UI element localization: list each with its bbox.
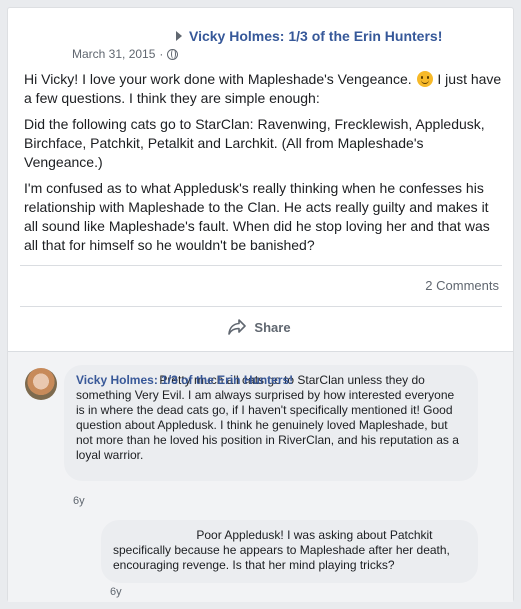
post-author-link[interactable]: Vicky Holmes: 1/3 of the Erin Hunters! (189, 28, 442, 44)
post-body: Hi Vicky! I love your work done with Map… (24, 70, 502, 262)
smiley-icon (416, 71, 433, 87)
divider (20, 306, 502, 307)
post-paragraph-1: Hi Vicky! I love your work done with Map… (24, 70, 502, 108)
reply-text: Poor Appledusk! I was asking about Patch… (113, 528, 454, 572)
comment-bubble: Vicky Holmes: 1/3 of the Erin Hunters! P… (64, 365, 478, 481)
post-paragraph-2: Did the following cats go to StarClan: R… (24, 116, 485, 170)
post-date[interactable]: March 31, 2015 (72, 47, 155, 61)
post-paragraph-3: I'm confused as to what Appledusk's real… (24, 180, 490, 253)
post-header: Vicky Holmes: 1/3 of the Erin Hunters! M… (8, 8, 513, 74)
share-button[interactable]: Share (228, 319, 291, 335)
globe-icon[interactable] (167, 48, 179, 60)
author-line: Vicky Holmes: 1/3 of the Erin Hunters! (176, 27, 442, 45)
avatar[interactable] (25, 368, 57, 400)
reply-bubble: Poor Appledusk! I was asking about Patch… (101, 520, 478, 583)
share-label: Share (254, 319, 291, 335)
action-row: Share (8, 316, 513, 338)
paragraph-1-text: Hi Vicky! I love your work done with Map… (24, 71, 412, 87)
post-card: Vicky Holmes: 1/3 of the Erin Hunters! M… (7, 7, 514, 602)
meta-separator: · (159, 47, 164, 61)
comments-section: Vicky Holmes: 1/3 of the Erin Hunters! P… (8, 351, 513, 602)
share-icon (228, 319, 247, 335)
comment-timestamp[interactable]: 6y (73, 495, 85, 507)
reply-timestamp[interactable]: 6y (110, 586, 122, 598)
divider (20, 265, 502, 266)
caret-right-icon (176, 31, 182, 41)
comment-author-link[interactable]: Vicky Holmes: 1/3 of the Erin Hunters! (76, 373, 293, 388)
post-meta: March 31, 2015 · (72, 46, 179, 62)
comment-count-link[interactable]: 2 Comments (425, 278, 499, 293)
